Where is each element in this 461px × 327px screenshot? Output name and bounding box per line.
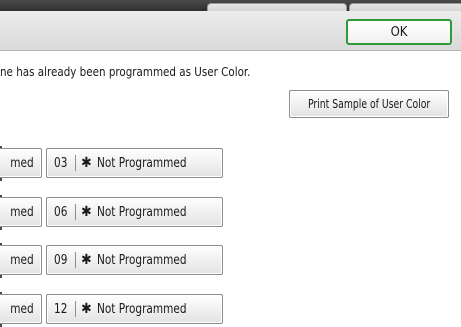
user-color-number: 09 [54,252,68,268]
user-color-number: 03 [54,155,68,171]
user-color-partial-label: med [10,155,34,171]
asterisk-icon: ✱ [81,155,92,171]
user-color-button-partial[interactable]: med [0,245,42,275]
user-color-button[interactable]: 12 ✱ Not Programmed [46,294,223,324]
user-color-partial-label: med [10,301,34,317]
ok-button[interactable]: OK [346,19,452,45]
user-color-number: 12 [54,301,68,317]
user-color-button-partial[interactable]: med [0,148,42,178]
info-message: ne has already been programmed as User C… [0,64,251,79]
asterisk-icon: ✱ [81,204,92,220]
user-color-button-partial[interactable]: med [0,197,42,227]
user-color-status: Not Programmed [96,204,187,220]
top-bar [0,0,461,13]
user-color-button[interactable]: 09 ✱ Not Programmed [46,245,223,275]
user-color-status: Not Programmed [96,155,187,171]
user-color-partial-label: med [10,204,34,220]
asterisk-icon: ✱ [81,301,92,317]
divider [75,252,76,268]
user-color-partial-label: med [10,252,34,268]
user-color-number: 06 [54,204,68,220]
divider [75,155,76,171]
divider [75,301,76,317]
user-color-button-partial[interactable]: med [0,294,42,324]
user-color-button[interactable]: 03 ✱ Not Programmed [46,148,223,178]
divider [75,204,76,220]
user-color-button[interactable]: 06 ✱ Not Programmed [46,197,223,227]
asterisk-icon: ✱ [81,252,92,268]
print-sample-button[interactable]: Print Sample of User Color [289,90,449,118]
ok-button-label: OK [390,24,408,40]
user-color-status: Not Programmed [96,301,187,317]
print-sample-button-label: Print Sample of User Color [307,97,431,111]
user-color-status: Not Programmed [96,252,187,268]
